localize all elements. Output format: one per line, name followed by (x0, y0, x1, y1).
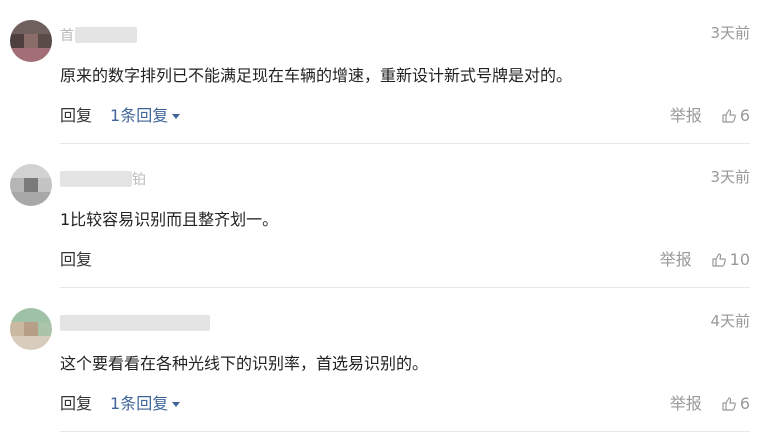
username-blur (60, 314, 210, 331)
view-replies-button[interactable]: 1条回复 (110, 394, 181, 413)
report-button[interactable]: 举报 (670, 106, 702, 125)
reply-button[interactable]: 回复 (60, 394, 92, 413)
comment-text: 这个要看看在各种光线下的识别率，首选易识别的。 (60, 354, 429, 373)
view-replies-button[interactable]: 1条回复 (110, 106, 181, 125)
username[interactable]: 首 (60, 24, 137, 44)
comment-item: 4天前 这个要看看在各种光线下的识别率，首选易识别的。 回复 1条回复 举报 6 (0, 288, 774, 432)
username[interactable] (60, 312, 210, 331)
avatar[interactable] (10, 164, 52, 206)
comment-time: 3天前 (710, 24, 750, 42)
comment-text: 1比较容易识别而且整齐划一。 (60, 210, 279, 229)
username-blur (75, 26, 137, 43)
like-button[interactable]: 6 (722, 394, 750, 413)
thumbs-up-icon (722, 397, 736, 411)
report-button[interactable]: 举报 (670, 394, 702, 413)
comment-time: 4天前 (710, 312, 750, 330)
caret-down-icon (172, 114, 181, 119)
comment-item: 铂 3天前 1比较容易识别而且整齐划一。 回复 举报 10 (0, 144, 774, 288)
username[interactable]: 铂 (60, 168, 147, 188)
avatar[interactable] (10, 308, 52, 350)
comment-time: 3天前 (710, 168, 750, 186)
username-blur (60, 170, 132, 187)
like-button[interactable]: 6 (722, 106, 750, 125)
thumbs-up-icon (722, 109, 736, 123)
report-button[interactable]: 举报 (660, 250, 692, 269)
avatar[interactable] (10, 20, 52, 62)
reply-button[interactable]: 回复 (60, 250, 92, 269)
reply-button[interactable]: 回复 (60, 106, 92, 125)
comment-text: 原来的数字排列已不能满足现在车辆的增速，重新设计新式号牌是对的。 (60, 66, 573, 85)
like-button[interactable]: 10 (712, 250, 750, 269)
caret-down-icon (172, 402, 181, 407)
divider (60, 431, 750, 432)
comment-item: 首 3天前 原来的数字排列已不能满足现在车辆的增速，重新设计新式号牌是对的。 回… (0, 0, 774, 144)
thumbs-up-icon (712, 253, 726, 267)
